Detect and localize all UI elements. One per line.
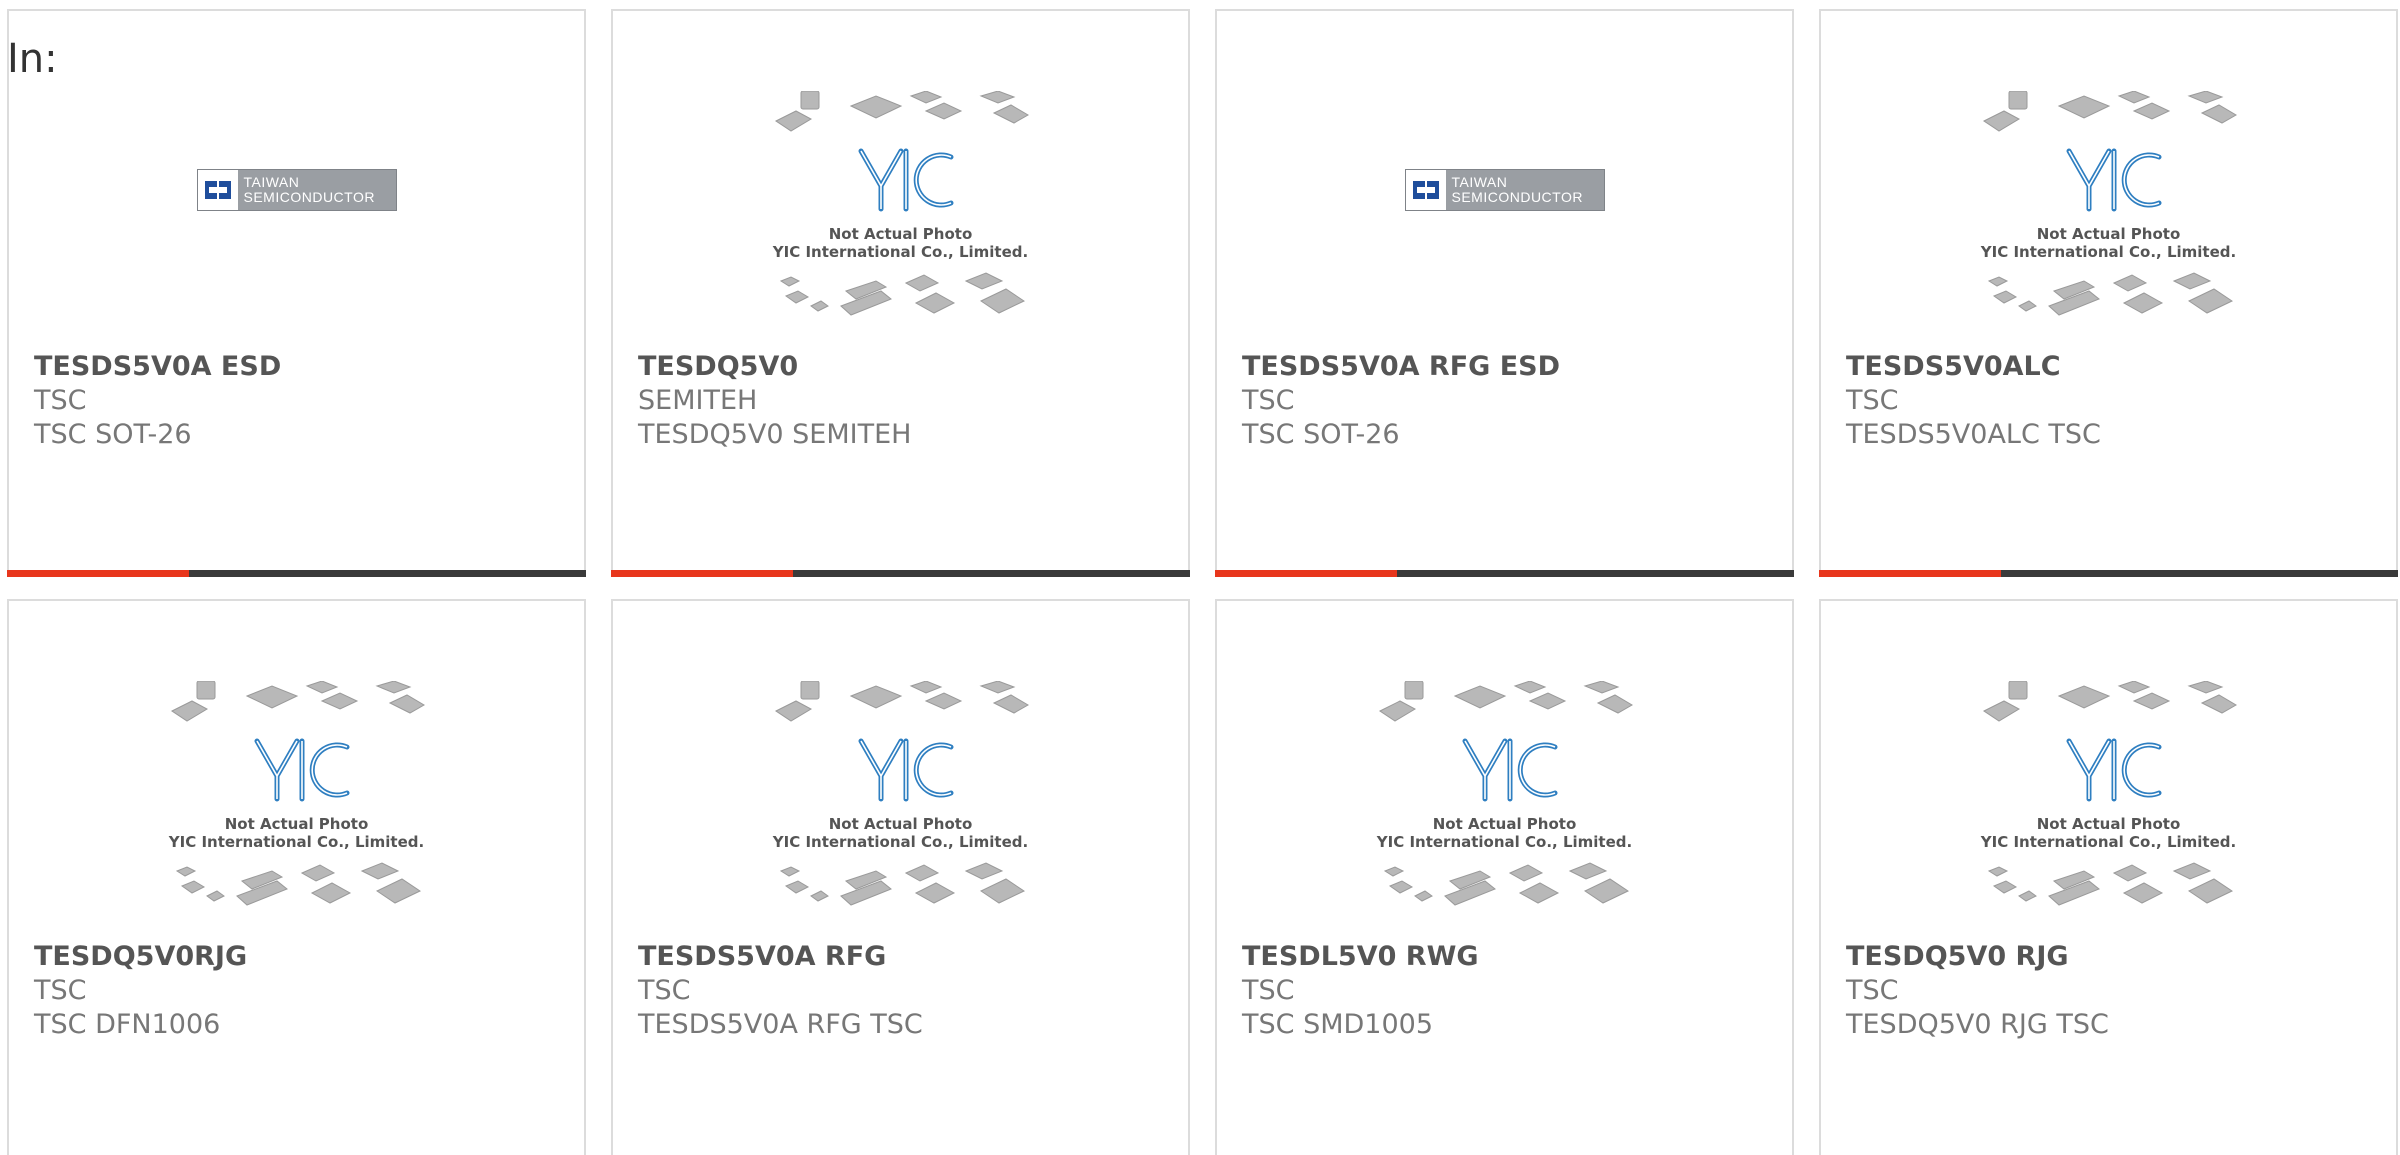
yic-placeholder-image: Not Actual Photo YIC International Co., … (1370, 681, 1640, 926)
yic-note-line1: Not Actual Photo (224, 815, 369, 833)
product-title[interactable]: TESDL5V0 RWG (1242, 941, 1479, 972)
product-manufacturer: TSC (34, 385, 87, 416)
product-title[interactable]: TESDQ5V0 (638, 351, 798, 382)
product-image[interactable]: Not Actual Photo YIC International Co., … (1217, 681, 1792, 936)
product-title[interactable]: TESDQ5V0 RJG (1846, 941, 2069, 972)
card-bottom-bar (1819, 570, 2398, 577)
chip-packages-icon (774, 681, 1029, 906)
yic-note-line2: YIC International Co., Limited. (772, 833, 1029, 851)
card-accent-bar (7, 570, 189, 577)
yic-placeholder-image: Not Actual Photo YIC International Co., … (162, 681, 432, 926)
yic-note-line2: YIC International Co., Limited. (1980, 243, 2237, 261)
yic-note-line1: Not Actual Photo (2036, 225, 2181, 243)
product-manufacturer: TSC (1242, 385, 1295, 416)
product-image[interactable]: TAIWAN SEMICONDUCTOR (9, 91, 584, 346)
yic-note-line2: YIC International Co., Limited. (168, 833, 425, 851)
chip-packages-icon (170, 681, 425, 906)
tsc-mark-icon (1405, 170, 1446, 210)
card-accent-bar (611, 570, 793, 577)
product-title[interactable]: TESDQ5V0RJG (34, 941, 247, 972)
tsc-logo-line1: TAIWAN (1451, 174, 1508, 190)
product-card[interactable]: Not Actual Photo YIC International Co., … (1819, 599, 2398, 1155)
product-description: TSC SOT-26 (1242, 419, 1400, 450)
tsc-mark-icon (197, 170, 238, 210)
yic-placeholder-image: Not Actual Photo YIC International Co., … (1974, 681, 2244, 926)
yic-note-line1: Not Actual Photo (828, 225, 973, 243)
chip-packages-icon (774, 91, 1029, 316)
product-image[interactable]: Not Actual Photo YIC International Co., … (613, 681, 1188, 936)
tsc-logo-icon: TAIWAN SEMICONDUCTOR (1404, 169, 1605, 211)
yic-placeholder-image: Not Actual Photo YIC International Co., … (766, 681, 1036, 926)
product-manufacturer: TSC (1846, 975, 1899, 1006)
product-manufacturer: TSC (1242, 975, 1295, 1006)
product-description: TESDQ5V0 SEMITEH (638, 419, 912, 450)
product-title[interactable]: TESDS5V0A ESD (34, 351, 281, 382)
tsc-logo-line2: SEMICONDUCTOR (243, 189, 375, 205)
tsc-logo-line2: SEMICONDUCTOR (1451, 189, 1583, 205)
yic-note-line1: Not Actual Photo (2036, 815, 2181, 833)
product-card[interactable]: Not Actual Photo YIC International Co., … (611, 599, 1190, 1155)
chip-packages-icon (1982, 91, 2237, 316)
product-manufacturer: TSC (1846, 385, 1899, 416)
card-accent-bar (1819, 570, 2001, 577)
product-description: TSC DFN1006 (34, 1009, 221, 1040)
product-title[interactable]: TESDS5V0ALC (1846, 351, 2061, 382)
card-bottom-bar (7, 570, 586, 577)
product-image[interactable]: Not Actual Photo YIC International Co., … (613, 91, 1188, 346)
product-title[interactable]: TESDS5V0A RFG (638, 941, 886, 972)
yic-placeholder-image: Not Actual Photo YIC International Co., … (1974, 91, 2244, 336)
product-image[interactable]: Not Actual Photo YIC International Co., … (1821, 91, 2396, 346)
product-description: TESDQ5V0 RJG TSC (1846, 1009, 2109, 1040)
product-card[interactable]: TAIWAN SEMICONDUCTOR TESDS5V0A ESD TSC TSC… (7, 9, 586, 577)
card-bottom-bar (1215, 570, 1794, 577)
product-grid-page: In: TAIWAN SEMICONDUCTOR TESDS5V0A ESD TS… (0, 0, 2400, 1155)
card-bottom-bar (611, 570, 1190, 577)
product-manufacturer: SEMITEH (638, 385, 758, 416)
card-accent-bar (1215, 570, 1397, 577)
product-card[interactable]: Not Actual Photo YIC International Co., … (7, 599, 586, 1155)
product-manufacturer: TSC (34, 975, 87, 1006)
yic-note-line2: YIC International Co., Limited. (772, 243, 1029, 261)
product-image[interactable]: Not Actual Photo YIC International Co., … (1821, 681, 2396, 936)
chip-packages-icon (1378, 681, 1633, 906)
yic-placeholder-image: Not Actual Photo YIC International Co., … (766, 91, 1036, 336)
product-description: TESDS5V0A RFG TSC (638, 1009, 923, 1040)
product-description: TESDS5V0ALC TSC (1846, 419, 2101, 450)
product-description: TSC SOT-26 (34, 419, 192, 450)
yic-note-line1: Not Actual Photo (1432, 815, 1577, 833)
tsc-logo-icon: TAIWAN SEMICONDUCTOR (196, 169, 397, 211)
product-card[interactable]: Not Actual Photo YIC International Co., … (611, 9, 1190, 577)
product-card[interactable]: Not Actual Photo YIC International Co., … (1819, 9, 2398, 577)
yic-note-line2: YIC International Co., Limited. (1376, 833, 1633, 851)
filter-label: In: (7, 36, 58, 82)
product-manufacturer: TSC (638, 975, 691, 1006)
product-image[interactable]: Not Actual Photo YIC International Co., … (9, 681, 584, 936)
product-image[interactable]: TAIWAN SEMICONDUCTOR (1217, 91, 1792, 346)
product-card[interactable]: Not Actual Photo YIC International Co., … (1215, 599, 1794, 1155)
chip-packages-icon (1982, 681, 2237, 906)
yic-note-line1: Not Actual Photo (828, 815, 973, 833)
product-card[interactable]: TAIWAN SEMICONDUCTOR TESDS5V0A RFG ESD TS… (1215, 9, 1794, 577)
product-description: TSC SMD1005 (1242, 1009, 1434, 1040)
yic-note-line2: YIC International Co., Limited. (1980, 833, 2237, 851)
tsc-logo-line1: TAIWAN (243, 174, 300, 190)
product-title[interactable]: TESDS5V0A RFG ESD (1242, 351, 1560, 382)
